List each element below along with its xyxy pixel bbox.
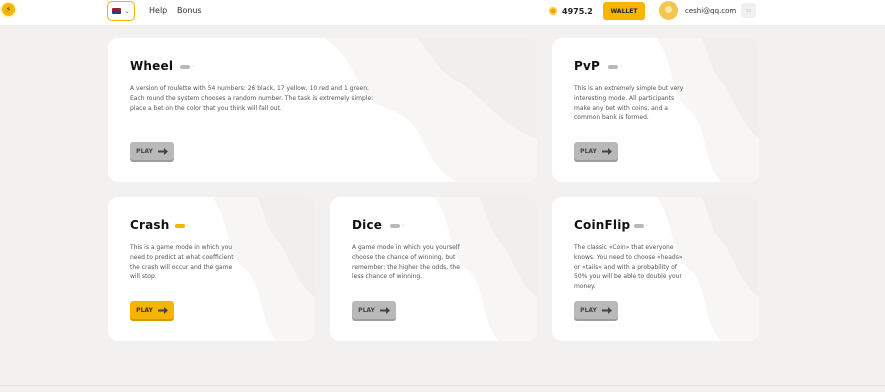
coin-icon [549,7,557,15]
play-label: PLAY [580,306,597,314]
arrow-right-icon [157,306,168,314]
game-card-crash: Crash › This is a game mode in which you… [108,197,315,341]
wallet-button[interactable]: WALLET [603,2,645,20]
play-label: PLAY [580,147,597,155]
game-title: Crash [130,218,170,232]
game-card-coinflip: CoinFlip › The classic «Coin» that every… [552,197,759,341]
game-description: The classic «Coin» that everyone knows. … [574,244,683,291]
play-button[interactable]: PLAY [574,301,618,319]
play-button[interactable]: PLAY [130,301,174,319]
arrow-right-icon [157,147,168,155]
play-button[interactable]: PLAY [130,142,174,160]
arrow-right-icon [601,306,612,314]
game-description: This is a game mode in which you need to… [130,244,234,281]
game-status-indicator: › [180,64,194,70]
game-card-pvp: PvP › This is an extremely simple but ve… [552,38,759,182]
balance-display: 4975.2 [549,3,597,19]
menu-icon[interactable]: ▭ [741,3,756,18]
game-description: A version of roulette with 54 numbers: 2… [130,85,374,112]
nav-help-link[interactable]: Help [149,6,167,15]
game-description: A game mode in which you yourself choose… [352,244,460,281]
app-logo-icon[interactable]: ⚡ [0,1,17,18]
game-status-indicator: › [175,223,189,229]
game-status-indicator: › [608,64,622,70]
game-card-wheel: Wheel › A version of roulette with 54 nu… [108,38,537,182]
arrow-right-icon [379,306,390,314]
balance-value: 4975.2 [562,6,593,16]
game-title: Wheel [130,59,174,73]
arrow-right-icon [601,147,612,155]
game-title: CoinFlip [574,218,631,232]
game-status-indicator: › [634,223,648,229]
footer-divider [0,385,885,386]
game-description: This is an extremely simple but very int… [574,85,684,122]
game-title: PvP [574,59,601,73]
top-header: ⚡ ⌄ Help Bonus 4975.2 WALLET ceshi@qq.co… [0,0,885,26]
game-title: Dice [352,218,383,232]
play-label: PLAY [358,306,375,314]
uk-flag-icon [112,8,122,14]
chevron-down-icon: ⌄ [124,6,130,15]
play-button[interactable]: PLAY [574,142,618,160]
nav-bonus-link[interactable]: Bonus [177,6,202,15]
user-email[interactable]: ceshi@qq.com [685,7,736,15]
play-button[interactable]: PLAY [352,301,396,319]
play-label: PLAY [136,306,153,314]
avatar[interactable] [659,1,678,20]
game-status-indicator: › [390,223,404,229]
game-card-dice: Dice › A game mode in which you yourself… [330,197,537,341]
language-selector[interactable]: ⌄ [107,1,135,21]
play-label: PLAY [136,147,153,155]
